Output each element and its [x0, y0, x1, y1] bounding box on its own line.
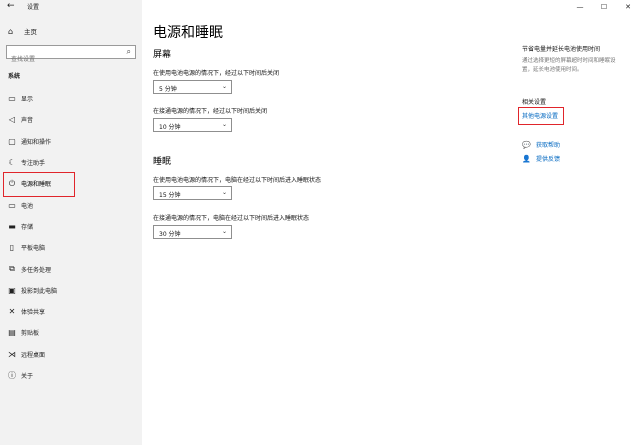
sidebar-item-label: 关于	[21, 373, 34, 380]
sidebar-item-display[interactable]: ▭ 显示	[0, 88, 142, 109]
sidebar-item-label: 存储	[21, 223, 34, 231]
sidebar-item-label: 专注助手	[21, 160, 46, 168]
search-input[interactable]	[7, 53, 121, 66]
main-content: — ☐ ✕ 电源和睡眠 屏幕 在使用电池电源的情况下，经过以下时间后关闭 5 分…	[142, 0, 640, 445]
screen-battery-label: 在使用电池电源的情况下，经过以下时间后关闭	[153, 70, 280, 77]
sidebar-item-label: 投影到此电脑	[21, 287, 58, 295]
sidebar-item-label: 显示	[21, 96, 34, 104]
chevron-down-icon: ⌄	[221, 121, 227, 128]
monitor-icon: ▭	[8, 94, 16, 104]
sidebar-item-about[interactable]: ⓘ 关于	[0, 365, 142, 386]
sidebar-item-storage[interactable]: ▬ 存储	[0, 216, 142, 237]
highlight-annotation-link	[518, 107, 564, 125]
feedback-icon: 👤	[522, 154, 531, 163]
sidebar-item-label: 远程桌面	[21, 351, 46, 359]
window-controls: — ☐ ✕	[568, 0, 640, 14]
sidebar-item-projecting[interactable]: ▣ 投影到此电脑	[0, 280, 142, 301]
dropdown-value: 10 分钟	[159, 124, 181, 131]
home-icon: ⌂	[8, 26, 14, 36]
chat-help-icon: 💬	[522, 140, 531, 149]
sidebar-item-label: 平板电脑	[21, 245, 46, 253]
sidebar-item-label: 声音	[21, 117, 34, 125]
chevron-down-icon: ⌄	[221, 228, 227, 235]
moon-icon: ☾	[8, 158, 16, 168]
sleep-heading: 睡眠	[153, 157, 172, 167]
app-title: 设置	[27, 4, 40, 11]
sidebar-item-multitasking[interactable]: ⧉ 多任务处理	[0, 258, 142, 279]
sidebar: ← 设置 ⌂ 主页 ⌕ 系统 ▭ 显示 ◁ 声音 ▢ 通知和操作 ☾ 专注助手 …	[0, 0, 142, 445]
screen-battery-dropdown[interactable]: 5 分钟 ⌄	[153, 80, 232, 94]
sleep-battery-label: 在使用电池电源的情况下，电脑在经过以下时间后进入睡眠状态	[153, 177, 322, 184]
sidebar-item-shared-experiences[interactable]: ✕ 体验共享	[0, 301, 142, 322]
chevron-down-icon: ⌄	[221, 83, 227, 90]
tip-text-line-2: 置，延长电池使用时间。	[522, 67, 583, 73]
tip-text-line-1: 通过选择更短的屏幕超时时间和睡眠设	[522, 58, 616, 64]
sidebar-item-label: 体验共享	[21, 309, 46, 317]
multitask-icon: ⧉	[9, 264, 15, 274]
sidebar-item-focus-assist[interactable]: ☾ 专注助手	[0, 152, 142, 173]
search-box[interactable]: ⌕	[6, 45, 136, 66]
sidebar-item-remote-desktop[interactable]: ⋊ 远程桌面	[0, 344, 142, 365]
storage-icon: ▬	[8, 221, 16, 231]
back-arrow-icon[interactable]: ←	[7, 1, 15, 11]
sleep-plugged-label: 在接通电源的情况下，电脑在经过以下时间后进入睡眠状态	[153, 215, 310, 222]
screen-heading: 屏幕	[153, 50, 172, 60]
sleep-plugged-dropdown[interactable]: 30 分钟 ⌄	[153, 225, 232, 239]
related-settings-title: 相关设置	[522, 99, 547, 106]
sidebar-item-sound[interactable]: ◁ 声音	[0, 109, 142, 130]
close-button[interactable]: ✕	[616, 0, 640, 14]
share-icon: ✕	[8, 307, 16, 317]
screen-plugged-dropdown[interactable]: 10 分钟 ⌄	[153, 118, 232, 132]
nav-home[interactable]: ⌂ 主页	[8, 26, 37, 37]
title-bar: ← 设置	[0, 0, 142, 14]
speaker-icon: ◁	[8, 115, 16, 125]
sidebar-item-label: 多任务处理	[21, 266, 52, 274]
sidebar-item-label: 电池	[21, 202, 34, 210]
highlight-annotation-nav	[3, 172, 75, 197]
dropdown-value: 5 分钟	[159, 86, 177, 93]
projector-icon: ▣	[8, 285, 16, 295]
dropdown-value: 15 分钟	[159, 192, 181, 199]
maximize-button[interactable]: ☐	[592, 0, 616, 14]
feedback-link[interactable]: 提供反馈	[536, 154, 560, 163]
dropdown-value: 30 分钟	[159, 231, 181, 238]
chevron-down-icon: ⌄	[221, 189, 227, 196]
tablet-icon: ▯	[9, 243, 15, 253]
remote-desktop-icon: ⋊	[8, 349, 16, 359]
sidebar-item-tablet[interactable]: ▯ 平板电脑	[0, 237, 142, 258]
sidebar-item-notifications[interactable]: ▢ 通知和操作	[0, 131, 142, 152]
battery-icon: ▭	[8, 200, 16, 210]
sidebar-item-label: 通知和操作	[21, 138, 52, 146]
nav-home-label: 主页	[24, 28, 37, 36]
tip-title: 节省电量并延长电池使用时间	[522, 46, 601, 53]
sidebar-item-battery[interactable]: ▭ 电池	[0, 194, 142, 215]
sidebar-nav: ▭ 显示 ◁ 声音 ▢ 通知和操作 ☾ 专注助手 ⏻ 电源和睡眠 ▭ 电池 ▬ …	[0, 88, 142, 386]
clipboard-icon: ▤	[8, 328, 16, 338]
search-icon[interactable]: ⌕	[127, 47, 131, 57]
feedback-row[interactable]: 👤 提供反馈	[522, 154, 560, 164]
minimize-button[interactable]: —	[568, 0, 592, 14]
screen-plugged-label: 在接通电源的情况下，经过以下时间后关闭	[153, 108, 268, 115]
get-help-link[interactable]: 获取帮助	[536, 140, 560, 149]
page-title: 电源和睡眠	[153, 25, 223, 41]
sidebar-item-label: 剪贴板	[21, 330, 40, 338]
sidebar-item-clipboard[interactable]: ▤ 剪贴板	[0, 322, 142, 343]
notification-icon: ▢	[8, 136, 16, 146]
sleep-battery-dropdown[interactable]: 15 分钟 ⌄	[153, 186, 232, 200]
section-label: 系统	[8, 73, 21, 80]
info-icon: ⓘ	[8, 371, 16, 380]
get-help-row[interactable]: 💬 获取帮助	[522, 140, 560, 150]
